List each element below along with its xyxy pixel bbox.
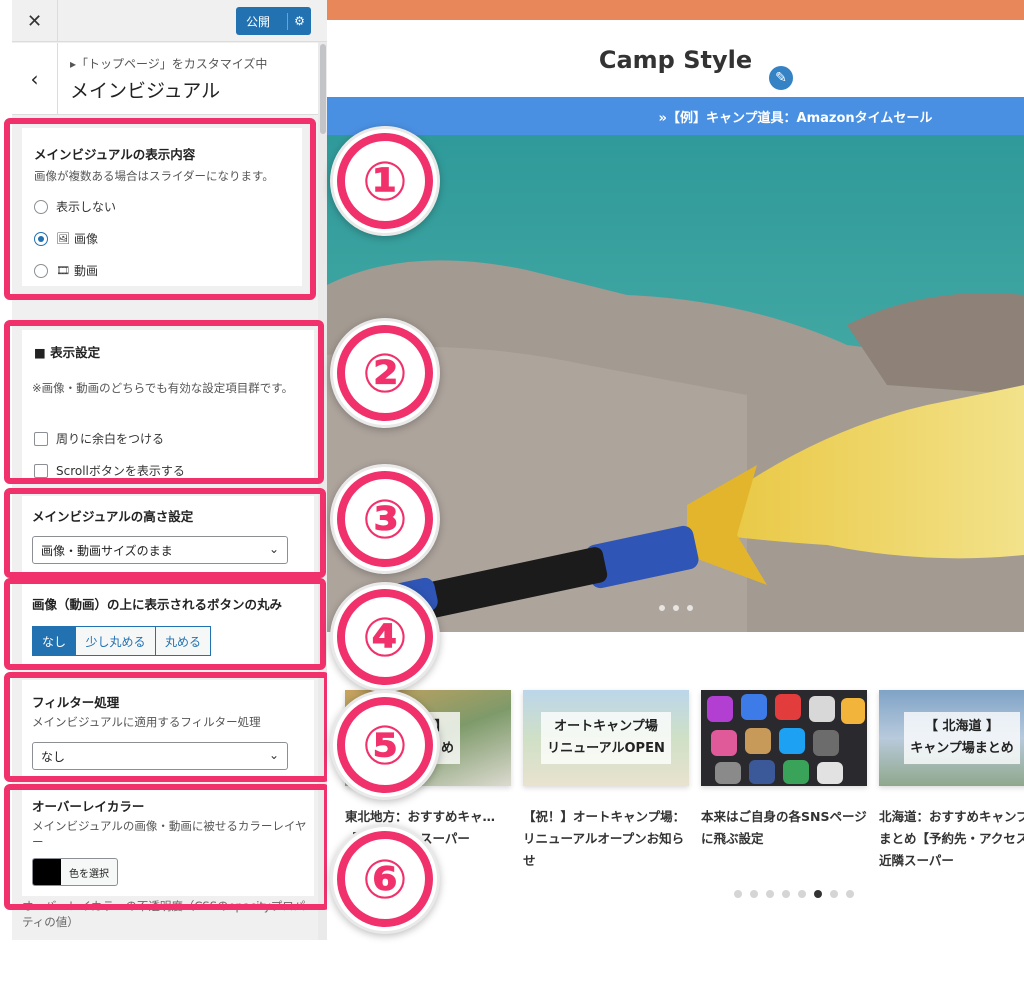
highlight-box-3 <box>4 488 326 578</box>
sidebar-scrollbar-thumb[interactable] <box>320 44 326 134</box>
info-bar-link[interactable]: »【例】キャンプ道具：Amazonタイムセール <box>327 97 1024 135</box>
post-thumbnail[interactable]: オートキャンプ場 リニューアルOPEN <box>523 690 689 786</box>
slider-dot[interactable] <box>686 605 693 611</box>
publish-label: 公開 <box>236 12 288 30</box>
back-button[interactable]: ‹ <box>12 43 58 115</box>
carousel-dot[interactable] <box>830 890 838 898</box>
publish-button[interactable]: 公開 ⚙ <box>236 7 311 35</box>
marker-1: ① <box>330 126 440 236</box>
close-button[interactable]: ✕ <box>12 0 58 42</box>
site-title[interactable]: Camp Style <box>327 46 1024 74</box>
site-preview: Camp Style ✎ »【例】キャンプ道具：Amazonタイムセール 東北地… <box>327 0 1024 940</box>
post-title[interactable]: 北海道：おすすめキャンプ場まとめ【予約先・アクセス・近隣スーパー <box>879 806 1024 872</box>
marker-6: ⑥ <box>330 824 440 934</box>
highlight-box-5 <box>4 672 330 782</box>
carousel-dot[interactable] <box>814 890 822 898</box>
post-thumbnail[interactable] <box>701 690 867 786</box>
carousel-dot[interactable] <box>766 890 774 898</box>
pencil-icon[interactable]: ✎ <box>767 64 795 92</box>
carousel-dot[interactable] <box>782 890 790 898</box>
marker-2: ② <box>330 318 440 428</box>
thumbnail-caption: オートキャンプ場 リニューアルOPEN <box>541 712 671 764</box>
carousel-dot[interactable] <box>798 890 806 898</box>
post-card[interactable]: 本来はご自身の各SNSページに飛ぶ設定 <box>701 690 867 850</box>
breadcrumb: ▸「トップページ」をカスタマイズ中 <box>70 57 268 71</box>
thumbnail-caption: 【 北海道 】 キャンプ場まとめ <box>904 712 1020 764</box>
highlight-box-4 <box>4 578 326 670</box>
section-header: ‹ ▸「トップページ」をカスタマイズ中 メインビジュアル <box>12 43 318 115</box>
chevron-left-icon: ‹ <box>30 67 39 91</box>
carousel-dot[interactable] <box>846 890 854 898</box>
marker-3: ③ <box>330 464 440 574</box>
customizer-screen: ✕ 公開 ⚙ ‹ ▸「トップページ」をカスタマイズ中 メインビジュアル メインビ… <box>0 0 1024 984</box>
carousel-dot[interactable] <box>734 890 742 898</box>
post-thumbnail[interactable]: 【 北海道 】 キャンプ場まとめ <box>879 690 1024 786</box>
slider-dot[interactable] <box>658 605 665 611</box>
marker-5: ⑤ <box>330 690 440 800</box>
gear-icon[interactable]: ⚙ <box>288 14 311 28</box>
highlight-box-6 <box>4 784 330 910</box>
close-icon: ✕ <box>26 10 43 32</box>
post-title[interactable]: 【祝！】オートキャンプ場：リニューアルオープンお知らせ <box>523 806 689 872</box>
customizer-topbar: ✕ 公開 ⚙ <box>12 0 327 42</box>
marker-4: ④ <box>330 582 440 692</box>
highlight-box-2 <box>4 320 324 484</box>
post-title[interactable]: 本来はご自身の各SNSページに飛ぶ設定 <box>701 806 867 850</box>
post-card[interactable]: 【 北海道 】 キャンプ場まとめ 北海道：おすすめキャンプ場まとめ【予約先・アク… <box>879 690 1024 872</box>
carousel-dot[interactable] <box>750 890 758 898</box>
header-top-bar <box>327 0 1024 20</box>
highlight-box-1 <box>4 118 316 300</box>
post-card[interactable]: オートキャンプ場 リニューアルOPEN 【祝！】オートキャンプ場：リニューアルオ… <box>523 690 689 872</box>
section-title: メインビジュアル <box>70 80 221 102</box>
app-icons-photo <box>707 694 865 784</box>
slider-dot[interactable] <box>672 605 679 611</box>
